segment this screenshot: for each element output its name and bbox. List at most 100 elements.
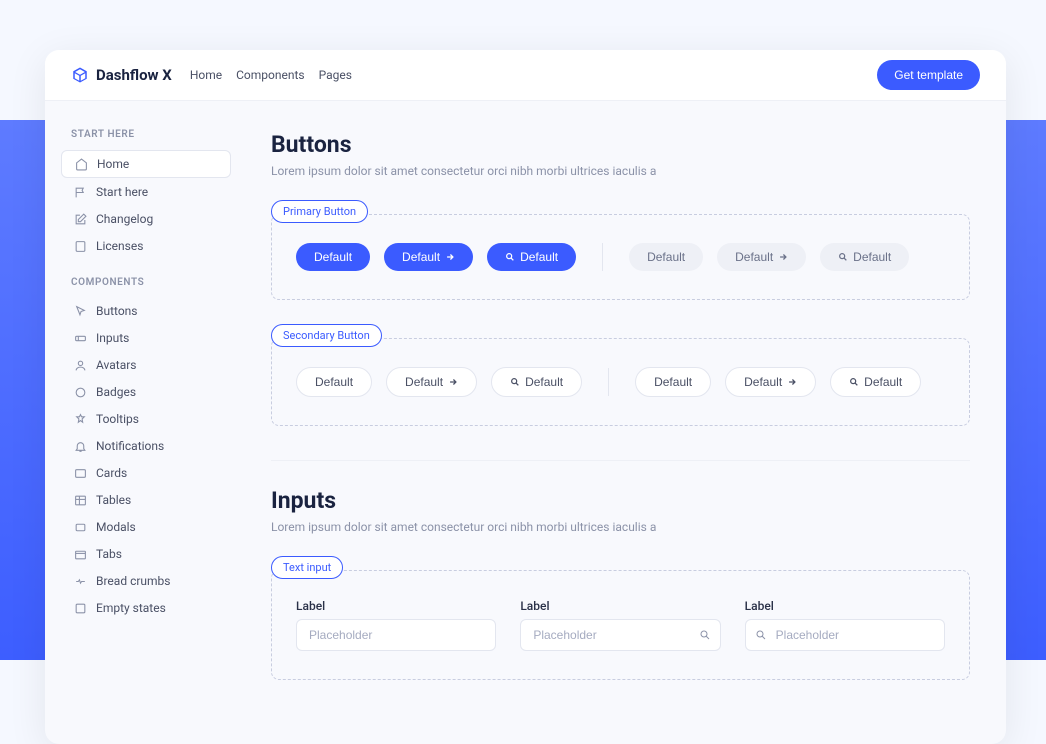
sidebar-item-avatars[interactable]: Avatars xyxy=(61,352,231,378)
tooltip-icon xyxy=(73,412,87,426)
input-label: Label xyxy=(745,599,945,613)
sidebar-item-label: Tooltips xyxy=(96,412,139,426)
text-input[interactable] xyxy=(296,619,496,651)
sidebar-item-label: Bread crumbs xyxy=(96,574,170,588)
sidebar-item-badges[interactable]: Badges xyxy=(61,379,231,405)
sidebar-item-cards[interactable]: Cards xyxy=(61,460,231,486)
search-icon xyxy=(755,629,767,641)
sidebar-item-buttons[interactable]: Buttons xyxy=(61,298,231,324)
primary-button-search[interactable]: Default xyxy=(487,243,576,271)
secondary-button-arrow[interactable]: Default xyxy=(386,367,477,397)
primary-button[interactable]: Default xyxy=(296,243,370,271)
sidebar-item-label: Buttons xyxy=(96,304,138,318)
main: START HERE Home Start here Changelog Lic… xyxy=(45,101,1006,744)
button-label: Default xyxy=(402,250,440,264)
sidebar-item-label: Tabs xyxy=(96,547,122,561)
search-icon xyxy=(510,377,520,387)
arrow-right-icon xyxy=(448,377,458,387)
sidebar-heading: START HERE xyxy=(57,129,235,140)
content: Buttons Lorem ipsum dolor sit amet conse… xyxy=(235,101,1006,744)
arrow-right-icon xyxy=(778,252,788,262)
secondary-button-search[interactable]: Default xyxy=(491,367,582,397)
sidebar-heading: COMPONENTS xyxy=(57,277,235,288)
text-input-demo: Text input Label Label xyxy=(271,556,970,680)
primary-button-arrow[interactable]: Default xyxy=(384,243,473,271)
text-input[interactable] xyxy=(745,619,945,651)
muted-button-search[interactable]: Default xyxy=(820,243,909,271)
button-label: Default xyxy=(520,250,558,264)
sidebar: START HERE Home Start here Changelog Lic… xyxy=(45,101,235,744)
nav-pages[interactable]: Pages xyxy=(319,68,352,82)
modal-icon xyxy=(73,520,87,534)
input-label: Label xyxy=(520,599,720,613)
text-input[interactable] xyxy=(520,619,720,651)
sidebar-item-notifications[interactable]: Notifications xyxy=(61,433,231,459)
sidebar-item-empty-states[interactable]: Empty states xyxy=(61,595,231,621)
demo-panel: Default Default Default Default Defaul xyxy=(271,214,970,300)
sidebar-item-label: Home xyxy=(97,157,129,171)
search-icon xyxy=(699,629,711,641)
section-title: Buttons xyxy=(271,131,970,158)
nav-home[interactable]: Home xyxy=(190,68,222,82)
button-label: Default xyxy=(735,250,773,264)
sidebar-item-start-here[interactable]: Start here xyxy=(61,179,231,205)
secondary-button[interactable]: Default xyxy=(296,367,372,397)
cursor-icon xyxy=(73,304,87,318)
breadcrumb-icon xyxy=(73,574,87,588)
primary-button-demo: Primary Button Default Default Default D… xyxy=(271,200,970,300)
sidebar-item-tabs[interactable]: Tabs xyxy=(61,541,231,567)
sidebar-item-label: Tables xyxy=(96,493,131,507)
sidebar-item-tooltips[interactable]: Tooltips xyxy=(61,406,231,432)
header: Dashflow X Home Components Pages Get tem… xyxy=(45,50,1006,101)
edit-icon xyxy=(73,212,87,226)
muted-button-arrow[interactable]: Default xyxy=(717,243,806,271)
logo[interactable]: Dashflow X xyxy=(71,66,172,84)
sidebar-item-licenses[interactable]: Licenses xyxy=(61,233,231,259)
sidebar-section-start: START HERE Home Start here Changelog Lic… xyxy=(57,129,235,259)
sidebar-item-inputs[interactable]: Inputs xyxy=(61,325,231,351)
nav-components[interactable]: Components xyxy=(236,68,305,82)
buttons-section: Buttons Lorem ipsum dolor sit amet conse… xyxy=(271,131,970,426)
home-icon xyxy=(74,157,88,171)
sidebar-item-label: Modals xyxy=(96,520,136,534)
sidebar-item-breadcrumbs[interactable]: Bread crumbs xyxy=(61,568,231,594)
get-template-button[interactable]: Get template xyxy=(877,60,980,90)
secondary-button[interactable]: Default xyxy=(635,367,711,397)
divider xyxy=(608,368,609,396)
header-left: Dashflow X Home Components Pages xyxy=(71,66,352,84)
sidebar-item-modals[interactable]: Modals xyxy=(61,514,231,540)
sidebar-item-home[interactable]: Home xyxy=(61,150,231,178)
secondary-button-arrow[interactable]: Default xyxy=(725,367,816,397)
sidebar-item-changelog[interactable]: Changelog xyxy=(61,206,231,232)
sidebar-item-label: Start here xyxy=(96,185,148,199)
demo-tag: Secondary Button xyxy=(271,324,382,347)
sidebar-item-label: Changelog xyxy=(96,212,153,226)
muted-button[interactable]: Default xyxy=(629,243,703,271)
table-icon xyxy=(73,493,87,507)
logo-icon xyxy=(71,66,89,84)
inputs-section: Inputs Lorem ipsum dolor sit amet consec… xyxy=(271,487,970,680)
input-label: Label xyxy=(296,599,496,613)
sidebar-item-label: Badges xyxy=(96,385,136,399)
button-label: Default xyxy=(853,250,891,264)
top-nav: Home Components Pages xyxy=(190,68,352,82)
brand-name: Dashflow X xyxy=(96,66,172,84)
card-icon xyxy=(73,466,87,480)
empty-icon xyxy=(73,601,87,615)
search-icon xyxy=(849,377,859,387)
arrow-right-icon xyxy=(787,377,797,387)
flag-icon xyxy=(73,185,87,199)
app-window: Dashflow X Home Components Pages Get tem… xyxy=(45,50,1006,744)
demo-tag: Primary Button xyxy=(271,200,368,223)
sidebar-item-label: Empty states xyxy=(96,601,166,615)
bell-icon xyxy=(73,439,87,453)
input-icon xyxy=(73,331,87,345)
input-group-plain: Label xyxy=(296,599,496,651)
demo-panel: Default Default Default Default Defaul xyxy=(271,338,970,426)
button-label: Default xyxy=(525,375,563,389)
sidebar-item-label: Licenses xyxy=(96,239,143,253)
file-icon xyxy=(73,239,87,253)
secondary-button-search[interactable]: Default xyxy=(830,367,921,397)
sidebar-item-tables[interactable]: Tables xyxy=(61,487,231,513)
circle-icon xyxy=(73,385,87,399)
